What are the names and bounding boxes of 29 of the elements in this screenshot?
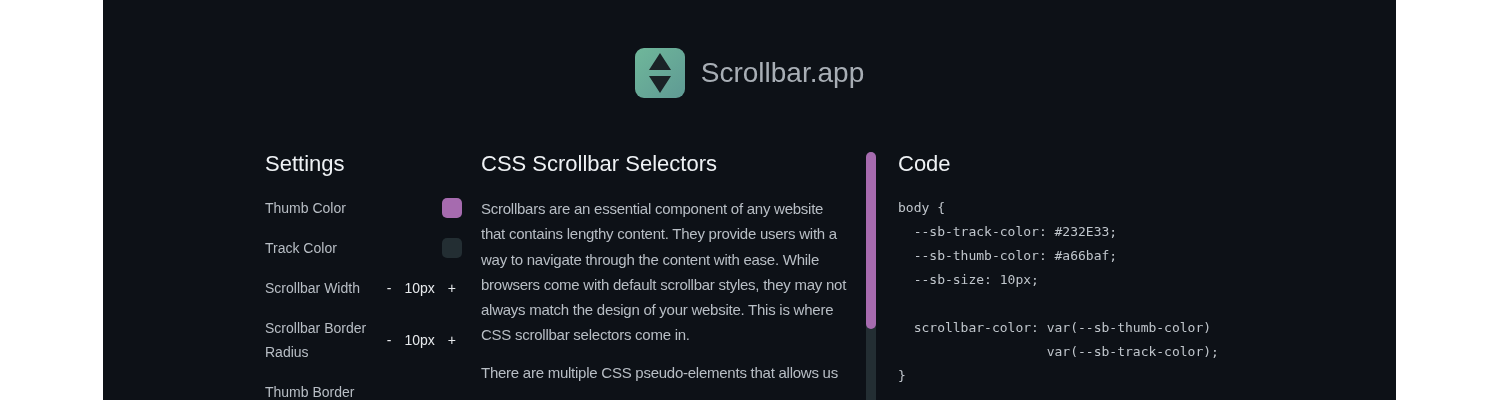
- paragraph: Scrollbars are an essential component of any website that contains lengthy content. They provide users with a way to navigate through the content with ease. While browsers come with default scrollbar styles, they may not always match the design of your website. This is where CSS scrollbar selectors come in.: [481, 199, 848, 346]
- stepper-value: 10px: [404, 331, 435, 350]
- scrollbar-track[interactable]: [866, 152, 876, 400]
- code-line: scrollbar-color: var(--sb-thumb-color): [912, 319, 1213, 337]
- code-line: body {: [898, 199, 946, 217]
- color-swatch[interactable]: [442, 238, 462, 258]
- scrollbar-thumb[interactable]: [866, 152, 876, 329]
- decrement-button[interactable]: -: [386, 276, 392, 300]
- code-line: --sb-track-color: #232E33;: [912, 223, 1119, 241]
- paragraph: There are multiple CSS pseudo-elements that allows us: [481, 362, 839, 383]
- code-line: --sb-size: 10px;: [912, 271, 1040, 289]
- section-title: CSS Scrollbar Selectors: [481, 150, 718, 178]
- increment-button[interactable]: +: [447, 276, 456, 300]
- code-line: }: [898, 367, 907, 385]
- setting-label: Scrollbar Border Radius: [265, 319, 368, 362]
- setting-label: Thumb Color: [265, 199, 346, 218]
- brand-name: Scrollbar.app: [700, 57, 865, 89]
- color-swatch[interactable]: [442, 198, 462, 218]
- setting-label: Thumb Border: [265, 383, 355, 400]
- section-title: Settings: [265, 150, 346, 178]
- setting-label: Track Color: [265, 239, 337, 258]
- code-line: var(--sb-track-color);: [1045, 343, 1220, 361]
- increment-button[interactable]: +: [447, 328, 456, 352]
- decrement-button[interactable]: -: [386, 328, 392, 352]
- setting-label: Scrollbar Width: [265, 279, 360, 298]
- section-title: Code: [898, 150, 952, 178]
- logo-icon: [634, 48, 685, 98]
- stepper-value: 10px: [404, 279, 435, 298]
- code-line: --sb-thumb-color: #a66baf;: [912, 247, 1119, 265]
